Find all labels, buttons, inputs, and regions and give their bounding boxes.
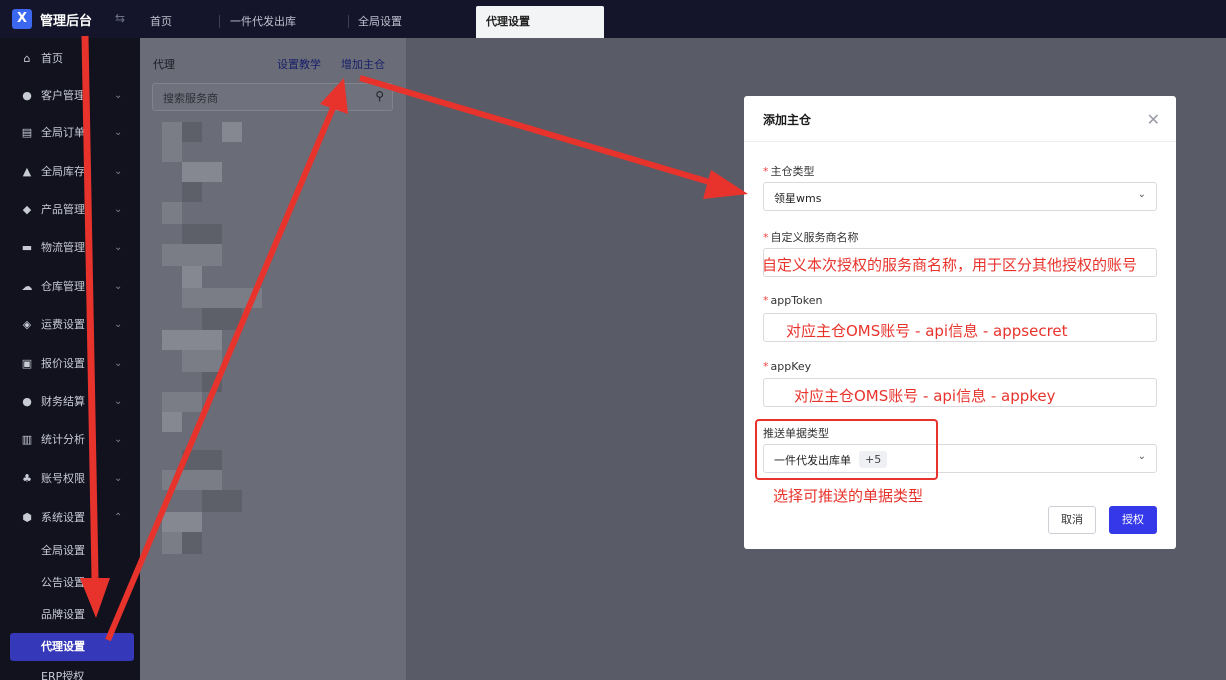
- chevron-down-icon: ⌄: [114, 434, 123, 445]
- sidebar-item-label: 报价设置: [41, 357, 85, 370]
- settings-icon: ⬢: [22, 511, 32, 524]
- search-box[interactable]: ⚲: [152, 83, 393, 111]
- account-icon: ♣: [22, 472, 32, 485]
- sidebar-item-label: 物流管理: [41, 241, 85, 254]
- users-icon: ●: [22, 89, 32, 102]
- sidebar-item-label: 仓库管理: [41, 280, 85, 293]
- add-main-warehouse-link[interactable]: 增加主仓: [341, 56, 385, 72]
- chevron-down-icon: ⌄: [114, 358, 123, 369]
- chevron-down-icon: ⌄: [114, 127, 123, 138]
- authorize-button[interactable]: 授权: [1109, 506, 1157, 534]
- storage-icon: ☁: [21, 280, 33, 293]
- chevron-down-icon: ⌄: [114, 242, 123, 253]
- chevron-down-icon: ⌄: [1137, 451, 1146, 462]
- freight-icon: ◈: [22, 318, 32, 331]
- top-bar: X 管理后台 ⇆ 首页 一件代发出库 全局设置 代理设置: [0, 0, 1226, 38]
- sidebar-item-home[interactable]: ⌂ 首页: [0, 44, 140, 74]
- sidebar-item-label: 财务结算: [41, 395, 85, 408]
- product-icon: ◆: [22, 203, 32, 216]
- sidebar-item-label: 全局订单: [41, 126, 85, 139]
- sidebar-item-label: 运费设置: [41, 318, 85, 331]
- tab-home[interactable]: 首页: [150, 5, 172, 38]
- sidebar-item-customers[interactable]: ● 客户管理 ⌄: [0, 81, 140, 111]
- stats-icon: ▥: [21, 433, 33, 446]
- provider-name-label: * 自定义服务商名称: [763, 231, 859, 244]
- agent-panel: 代理 设置教学 增加主仓 ⚲: [140, 38, 406, 680]
- sidebar-item-label: 全局库存: [41, 165, 85, 178]
- order-icon: ▤: [21, 126, 33, 139]
- app-key-label: * appKey: [763, 360, 812, 373]
- add-main-warehouse-modal: 添加主仓 ✕ * 主仓类型 领星wms ⌄ * 自定义服务商名称 自定义本次授权的服…: [744, 96, 1176, 549]
- warehouse-type-label: * 主仓类型: [763, 165, 815, 178]
- sidebar-item-label: 系统设置: [41, 511, 85, 524]
- divider: [744, 141, 1176, 142]
- logo-icon: X: [12, 9, 32, 29]
- sidebar-item-orders[interactable]: ▤ 全局订单 ⌄: [0, 118, 140, 148]
- sidebar-item-finance[interactable]: ● 财务结算 ⌄: [0, 387, 140, 417]
- close-icon[interactable]: ✕: [1147, 110, 1160, 129]
- home-icon: ⌂: [23, 52, 31, 65]
- chevron-up-icon: ⌃: [114, 512, 123, 523]
- sidebar-item-freight[interactable]: ◈ 运费设置 ⌄: [0, 310, 140, 340]
- app-key-annotation: 对应主仓OMS账号 - api信息 - appkey: [794, 387, 1056, 405]
- sidebar-item-accounts[interactable]: ♣ 账号权限 ⌄: [0, 464, 140, 494]
- sidebar-item-inventory[interactable]: ▲ 全局库存 ⌄: [0, 157, 140, 187]
- sidebar-item-label: 统计分析: [41, 433, 85, 446]
- sidebar-subitem-global-settings[interactable]: 全局设置: [0, 536, 140, 566]
- chevron-down-icon: ⌄: [114, 90, 123, 101]
- quote-icon: ▣: [21, 357, 33, 370]
- chevron-down-icon: ⌄: [114, 396, 123, 407]
- sidebar-item-quotes[interactable]: ▣ 报价设置 ⌄: [0, 349, 140, 379]
- provider-name-annotation: 自定义本次授权的服务商名称，用于区分其他授权的账号: [762, 256, 1138, 274]
- highlight-box: [755, 419, 938, 480]
- app-token-label: * appToken: [763, 294, 823, 307]
- cancel-button[interactable]: 取消: [1048, 506, 1096, 534]
- app-token-annotation: 对应主仓OMS账号 - api信息 - appsecret: [786, 322, 1068, 340]
- tutorial-link[interactable]: 设置教学: [277, 56, 321, 72]
- chevron-down-icon: ⌄: [114, 319, 123, 330]
- sidebar-item-logistics[interactable]: ▬ 物流管理 ⌄: [0, 233, 140, 263]
- search-input[interactable]: [163, 90, 363, 106]
- chevron-down-icon: ⌄: [114, 166, 123, 177]
- chevron-down-icon: ⌄: [114, 473, 123, 484]
- push-type-annotation: 选择可推送的单据类型: [773, 487, 924, 505]
- sidebar-subitem-erp-auth[interactable]: ERP授权: [0, 665, 140, 680]
- tab-dropship-outbound[interactable]: 一件代发出库: [230, 5, 296, 38]
- panel-title: 代理: [153, 58, 175, 71]
- collapse-menu-icon[interactable]: ⇆: [115, 11, 125, 25]
- chevron-down-icon: ⌄: [114, 204, 123, 215]
- sidebar-item-stats[interactable]: ▥ 统计分析 ⌄: [0, 425, 140, 455]
- tab-global-settings[interactable]: 全局设置: [358, 5, 402, 38]
- tab-agent-settings[interactable]: 代理设置: [476, 6, 604, 38]
- chevron-down-icon: ⌄: [1137, 189, 1146, 200]
- warehouse-type-value: 领星wms: [774, 192, 822, 205]
- finance-icon: ●: [22, 395, 32, 408]
- sidebar-subitem-brand-settings[interactable]: 品牌设置: [0, 600, 140, 630]
- sidebar-item-system-settings[interactable]: ⬢ 系统设置 ⌃: [0, 503, 140, 533]
- chevron-down-icon: ⌄: [114, 281, 123, 292]
- sidebar-subitem-agent-settings[interactable]: 代理设置: [10, 633, 134, 661]
- sidebar-item-label: 产品管理: [41, 203, 85, 216]
- modal-title: 添加主仓: [763, 113, 812, 127]
- sidebar-subitem-notice-settings[interactable]: 公告设置: [0, 568, 140, 598]
- sidebar-item-label: 账号权限: [41, 472, 85, 485]
- sidebar-item-label: 客户管理: [41, 89, 85, 102]
- sidebar-item-storage[interactable]: ☁ 仓库管理 ⌄: [0, 272, 140, 302]
- tab-separator: [348, 15, 349, 28]
- sidebar: ⌂ 首页 ● 客户管理 ⌄ ▤ 全局订单 ⌄ ▲ 全局库存 ⌄ ◆ 产品管理 ⌄…: [0, 38, 140, 680]
- warehouse-type-select[interactable]: 领星wms ⌄: [763, 182, 1157, 211]
- warehouse-icon: ▲: [22, 165, 32, 178]
- truck-icon: ▬: [21, 241, 33, 254]
- tab-separator: [219, 15, 220, 28]
- search-icon[interactable]: ⚲: [375, 89, 384, 103]
- sidebar-item-products[interactable]: ◆ 产品管理 ⌄: [0, 195, 140, 225]
- app-title: 管理后台: [40, 14, 93, 29]
- sidebar-item-label: 首页: [41, 52, 63, 65]
